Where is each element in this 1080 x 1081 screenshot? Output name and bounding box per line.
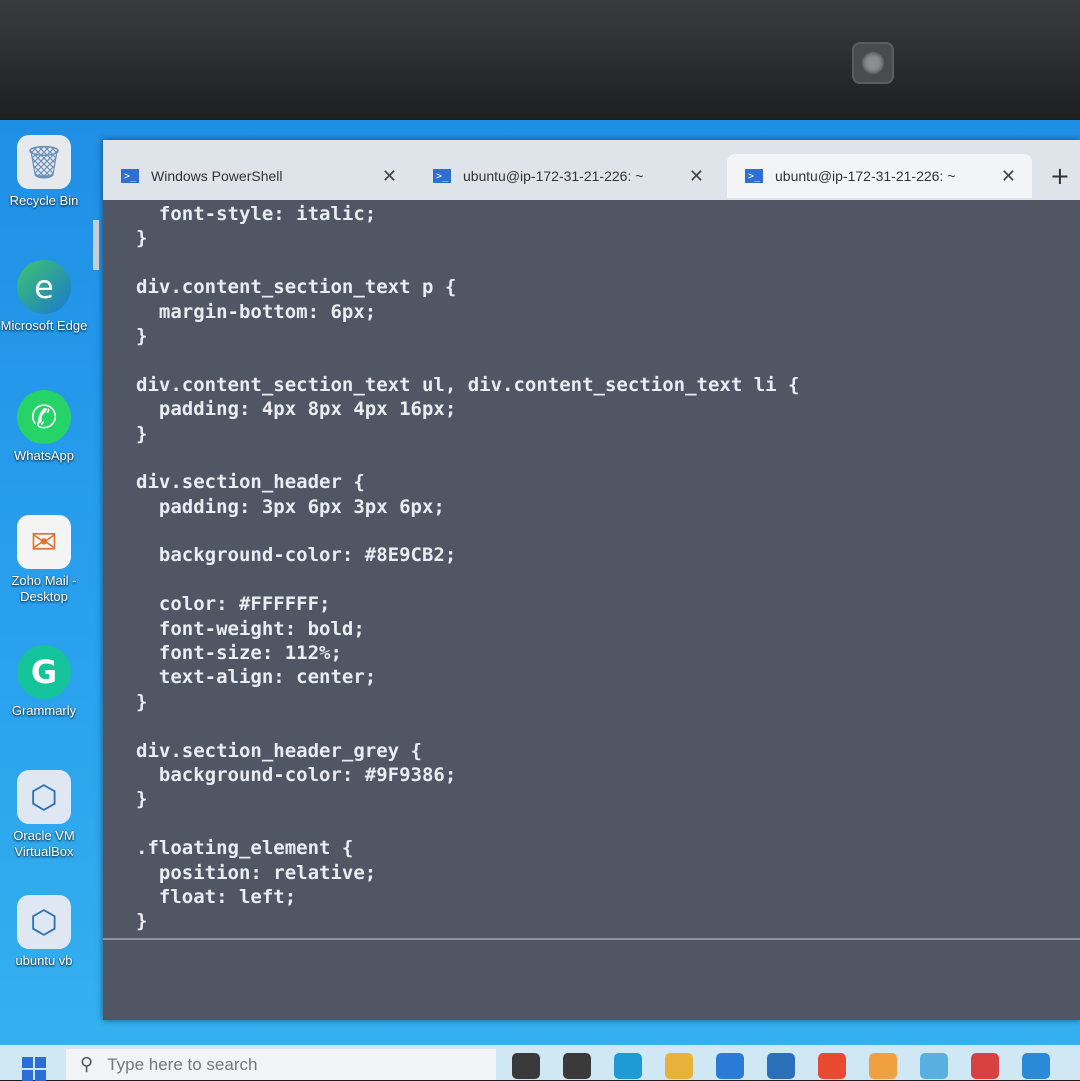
code-line: div.section_header { xyxy=(136,471,365,494)
recycle-bin-icon: 🗑 xyxy=(17,135,71,189)
powershell-icon: >_ xyxy=(745,169,763,183)
desktop-icon-ubuntu-vb[interactable]: ⬡ ubuntu vb xyxy=(0,895,88,969)
desktop-icon-zoho-mail[interactable]: ✉ Zoho Mail - Desktop xyxy=(0,515,88,605)
code-line: position: relative; xyxy=(136,861,377,884)
desktop-icon-label: ubuntu vb xyxy=(15,953,73,968)
code-line: div.content_section_text p { xyxy=(136,276,457,299)
start-button[interactable] xyxy=(22,1057,46,1081)
task-view-icon[interactable] xyxy=(563,1053,591,1079)
tab-ubuntu-1[interactable]: >_ ubuntu@ip-172-31-21-226: ~ ✕ xyxy=(415,154,720,198)
code-line: } xyxy=(136,227,148,250)
code-line: font-weight: bold; xyxy=(136,617,365,640)
edge-taskbar-icon[interactable] xyxy=(614,1053,642,1079)
terminal-tab-bar: >_ Windows PowerShell ✕ >_ ubuntu@ip-172… xyxy=(103,140,1080,200)
desktop-icon-virtualbox[interactable]: ⬡ Oracle VM VirtualBox xyxy=(0,770,88,860)
close-icon[interactable]: ✕ xyxy=(382,166,397,187)
tab-title: ubuntu@ip-172-31-21-226: ~ xyxy=(775,168,956,184)
mail-icon[interactable] xyxy=(716,1053,744,1079)
desktop-icon-whatsapp[interactable]: ✆ WhatsApp xyxy=(0,390,88,464)
desktop-icon-label: Microsoft Edge xyxy=(0,318,88,333)
code-line: float: left; xyxy=(136,885,297,908)
code-line: color: #FFFFFF; xyxy=(136,593,331,616)
desktop-icon-label: Zoho Mail - Desktop xyxy=(11,573,77,604)
code-line: background-color: #9F9386; xyxy=(136,763,457,786)
divider xyxy=(103,938,1080,940)
desktop-icon-label: WhatsApp xyxy=(14,448,74,463)
code-line: font-size: 112%; xyxy=(136,642,342,665)
tab-title: Windows PowerShell xyxy=(151,168,283,184)
virtualbox-vm-icon: ⬡ xyxy=(17,895,71,949)
chrome-icon[interactable] xyxy=(971,1053,999,1079)
edge-icon: e xyxy=(17,260,71,314)
code-line: } xyxy=(136,422,148,445)
code-line: text-align: center; xyxy=(136,666,377,689)
laptop-bezel xyxy=(0,0,1080,125)
vscode-icon[interactable] xyxy=(1022,1053,1050,1079)
powershell-icon: >_ xyxy=(121,169,139,183)
search-placeholder: Type here to search xyxy=(107,1054,258,1074)
code-line: .floating_element { xyxy=(136,837,354,860)
taskbar-search[interactable]: ⚲ Type here to search xyxy=(66,1049,496,1080)
tab-title: ubuntu@ip-172-31-21-226: ~ xyxy=(463,168,644,184)
code-line: } xyxy=(136,690,148,713)
virtualbox-icon: ⬡ xyxy=(17,770,71,824)
desktop-icon-label: Recycle Bin xyxy=(9,193,79,208)
code-line: font-style: italic; xyxy=(136,203,377,225)
desktop-icon-edge[interactable]: e Microsoft Edge xyxy=(0,260,88,334)
code-line: } xyxy=(136,324,148,347)
code-line: } xyxy=(136,910,148,933)
close-icon[interactable]: ✕ xyxy=(689,166,704,187)
file-explorer-icon[interactable] xyxy=(665,1053,693,1079)
whatsapp-icon: ✆ xyxy=(17,390,71,444)
webcam xyxy=(852,42,894,84)
scrollbar[interactable] xyxy=(93,220,99,270)
desktop-icon-label: Grammarly xyxy=(11,703,77,718)
code-line: padding: 3px 6px 3px 6px; xyxy=(136,495,445,518)
new-tab-button[interactable]: + xyxy=(1050,162,1070,190)
code-line: padding: 4px 8px 4px 16px; xyxy=(136,398,457,421)
terminal-window[interactable]: >_ Windows PowerShell ✕ >_ ubuntu@ip-172… xyxy=(93,140,1080,1020)
desktop-icon-label: Oracle VM VirtualBox xyxy=(13,828,75,859)
desktop-icon-grammarly[interactable]: G Grammarly xyxy=(0,645,88,719)
tab-ubuntu-2[interactable]: >_ ubuntu@ip-172-31-21-226: ~ ✕ xyxy=(727,154,1032,198)
powershell-icon: >_ xyxy=(433,169,451,183)
code-line: background-color: #8E9CB2; xyxy=(136,544,457,567)
virtualbox-taskbar-icon[interactable] xyxy=(767,1053,795,1079)
tools-icon[interactable] xyxy=(869,1053,897,1079)
taskbar: ⚲ Type here to search xyxy=(0,1045,1080,1081)
search-icon: ⚲ xyxy=(80,1054,94,1074)
code-line: div.content_section_text ul, div.content… xyxy=(136,373,800,396)
tab-windows-powershell[interactable]: >_ Windows PowerShell ✕ xyxy=(103,154,413,198)
zoho-mail-icon: ✉ xyxy=(17,515,71,569)
code-line: } xyxy=(136,788,148,811)
close-icon[interactable]: ✕ xyxy=(1001,166,1016,187)
desktop-icon-recycle-bin[interactable]: 🗑 Recycle Bin xyxy=(0,135,88,209)
store-icon[interactable] xyxy=(818,1053,846,1079)
cortana-icon[interactable] xyxy=(512,1053,540,1079)
grammarly-icon: G xyxy=(17,645,71,699)
code-line: div.section_header_grey { xyxy=(136,739,422,762)
terminal-output: font-style: italic;} div.content_section_… xyxy=(136,202,799,934)
folder-icon[interactable] xyxy=(920,1053,948,1079)
code-line: margin-bottom: 6px; xyxy=(136,300,377,323)
